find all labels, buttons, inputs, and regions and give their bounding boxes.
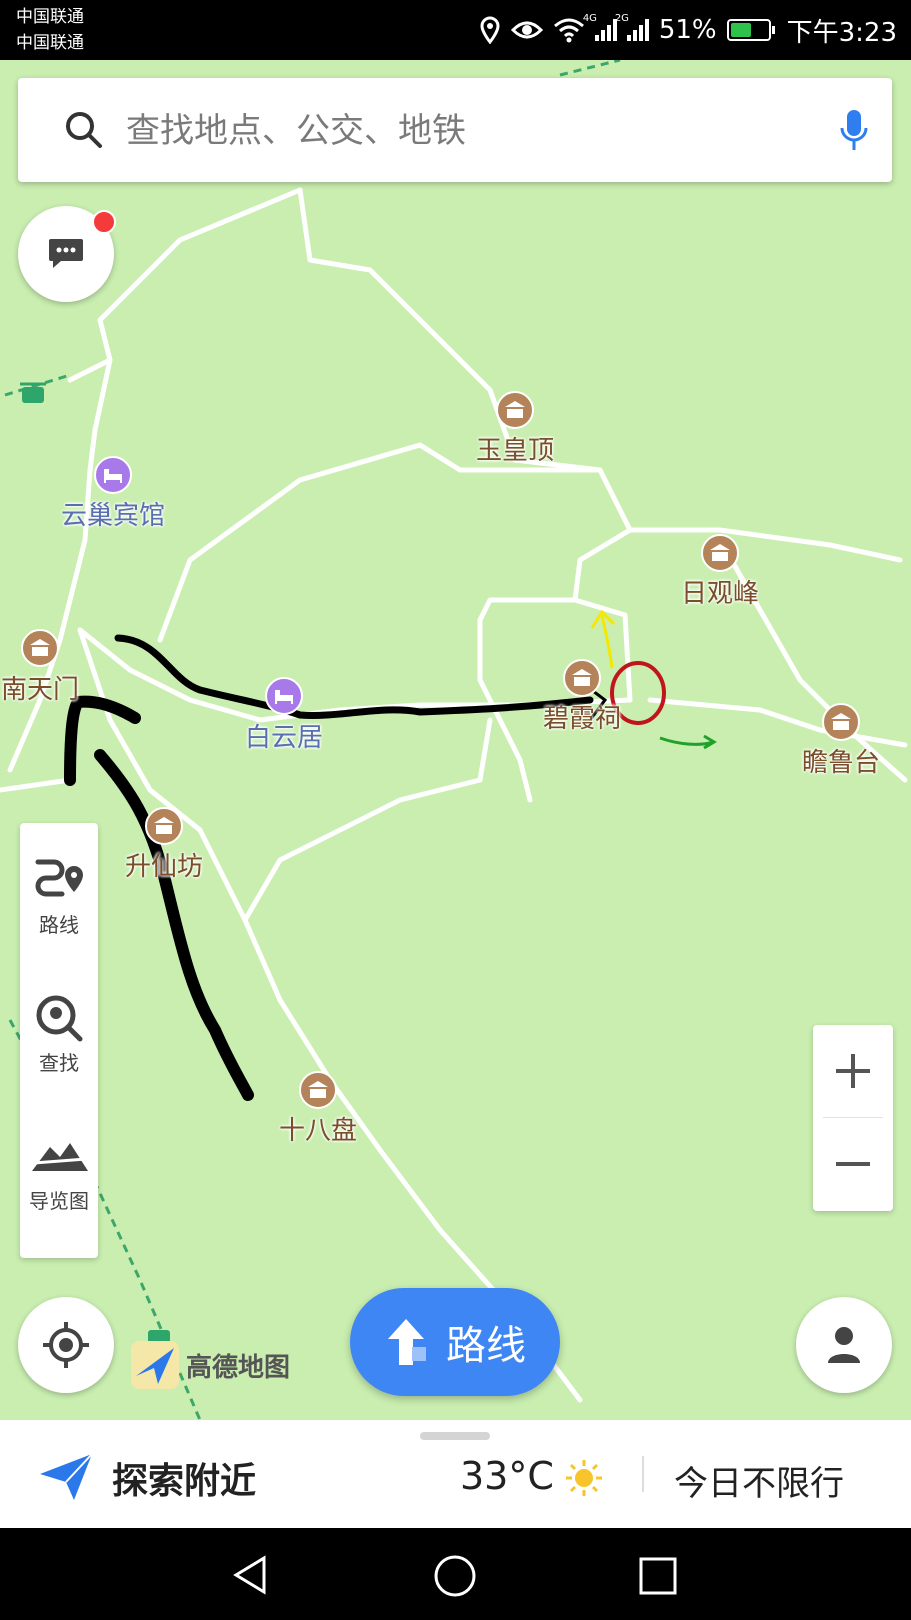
search-location-icon xyxy=(36,995,83,1042)
poi-temple-icon[interactable] xyxy=(701,534,739,572)
annotation-black-curve xyxy=(64,695,141,786)
poi-temple-icon[interactable] xyxy=(822,703,860,741)
route-button-label: 路线 xyxy=(446,1323,526,1369)
poi-temple-icon[interactable] xyxy=(496,391,534,429)
carrier-label-2: 中国联通 xyxy=(16,33,84,53)
search-bar[interactable] xyxy=(18,78,892,182)
poi-temple-icon[interactable] xyxy=(563,659,601,697)
poi-temple-icon[interactable] xyxy=(299,1071,337,1109)
battery-percent: 51% xyxy=(658,15,717,45)
poi-label[interactable]: 云巢宾馆 xyxy=(61,495,165,532)
drag-handle[interactable] xyxy=(420,1432,490,1440)
poi-label[interactable]: 十八盘 xyxy=(279,1110,357,1147)
tool-guide-label: 导览图 xyxy=(29,1189,89,1213)
back-icon[interactable] xyxy=(230,1554,272,1596)
annotation-green-arrow xyxy=(659,734,717,750)
route-arrow-icon xyxy=(388,1319,426,1365)
temperature: 33°C xyxy=(460,1454,554,1498)
home-icon[interactable] xyxy=(433,1554,477,1598)
locate-button[interactable] xyxy=(18,1297,114,1393)
map-roads xyxy=(0,60,908,1420)
plus-icon xyxy=(836,1054,870,1088)
traffic-restriction[interactable]: 今日不限行 xyxy=(674,1456,844,1505)
poi-label[interactable]: 白云居 xyxy=(245,717,323,754)
poi-label[interactable]: 升仙坊 xyxy=(125,846,203,883)
profile-button[interactable] xyxy=(796,1297,892,1393)
poi-temple-icon[interactable] xyxy=(145,807,183,845)
explore-nearby-label[interactable]: 探索附近 xyxy=(112,1452,256,1504)
poi-label[interactable]: 南天门 xyxy=(1,669,79,706)
poi-label[interactable]: 瞻鲁台 xyxy=(802,742,880,779)
logo-text: 高德地图 xyxy=(186,1352,291,1383)
explore-bar[interactable]: 探索附近 33°C 今日不限行 xyxy=(0,1420,911,1528)
recents-icon[interactable] xyxy=(638,1556,678,1596)
divider xyxy=(642,1456,644,1492)
tool-search[interactable]: 查找 xyxy=(20,961,98,1091)
poi-hotel-icon[interactable] xyxy=(94,456,132,494)
sun-icon xyxy=(566,1460,602,1496)
amap-logo: 高德地图 xyxy=(130,1340,290,1390)
eye-icon xyxy=(510,21,543,39)
logo-icon xyxy=(131,1341,179,1389)
tool-guide-map[interactable]: 导览图 xyxy=(20,1099,98,1229)
signal-icon: 4G xyxy=(583,13,617,41)
annotation-black-route xyxy=(114,634,594,719)
mountain-icon xyxy=(32,1143,88,1171)
poi-label[interactable]: 玉皇顶 xyxy=(476,430,554,467)
paper-plane-icon xyxy=(40,1453,93,1500)
route-icon xyxy=(35,859,83,897)
signal-icon-2: 2G xyxy=(615,13,649,41)
route-button[interactable]: 路线 xyxy=(350,1288,560,1396)
minus-icon xyxy=(836,1162,870,1166)
zoom-out-button[interactable] xyxy=(813,1118,893,1210)
tool-search-label: 查找 xyxy=(39,1051,79,1075)
status-bar: 中国联通 中国联通 4G 2G 51% 下午3:23 xyxy=(0,0,911,60)
status-icons: 4G 2G 51% 下午3:23 xyxy=(479,10,897,50)
zoom-in-button[interactable] xyxy=(813,1025,893,1117)
poi-hotel-icon[interactable] xyxy=(265,677,303,715)
microphone-icon[interactable] xyxy=(838,108,870,154)
notification-dot xyxy=(92,210,116,234)
wifi-icon xyxy=(553,18,584,43)
zoom-controls xyxy=(813,1025,893,1211)
poi-label[interactable]: 碧霞祠 xyxy=(543,698,621,735)
search-icon xyxy=(66,112,102,148)
carrier-label-1: 中国联通 xyxy=(16,7,84,27)
clock: 下午3:23 xyxy=(786,17,897,48)
poi-temple-icon[interactable] xyxy=(21,629,59,667)
tool-route[interactable]: 路线 xyxy=(20,823,98,953)
crosshair-icon xyxy=(43,1322,89,1368)
map-tools-panel: 路线 查找 导览图 xyxy=(20,823,98,1258)
search-input[interactable] xyxy=(124,102,768,160)
tool-route-label: 路线 xyxy=(39,913,79,937)
poi-label[interactable]: 日观峰 xyxy=(681,573,759,610)
battery-icon xyxy=(726,19,775,41)
user-icon xyxy=(828,1327,860,1363)
annotation-yellow-arrow xyxy=(590,609,616,669)
map-canvas[interactable]: 玉皇顶 云巢宾馆 日观峰 南天门 白云居 碧霞祠 瞻鲁台 升仙坊 十八盘 xyxy=(0,60,911,1420)
message-icon xyxy=(49,239,83,268)
location-icon xyxy=(480,16,500,44)
system-nav-bar xyxy=(0,1528,911,1620)
